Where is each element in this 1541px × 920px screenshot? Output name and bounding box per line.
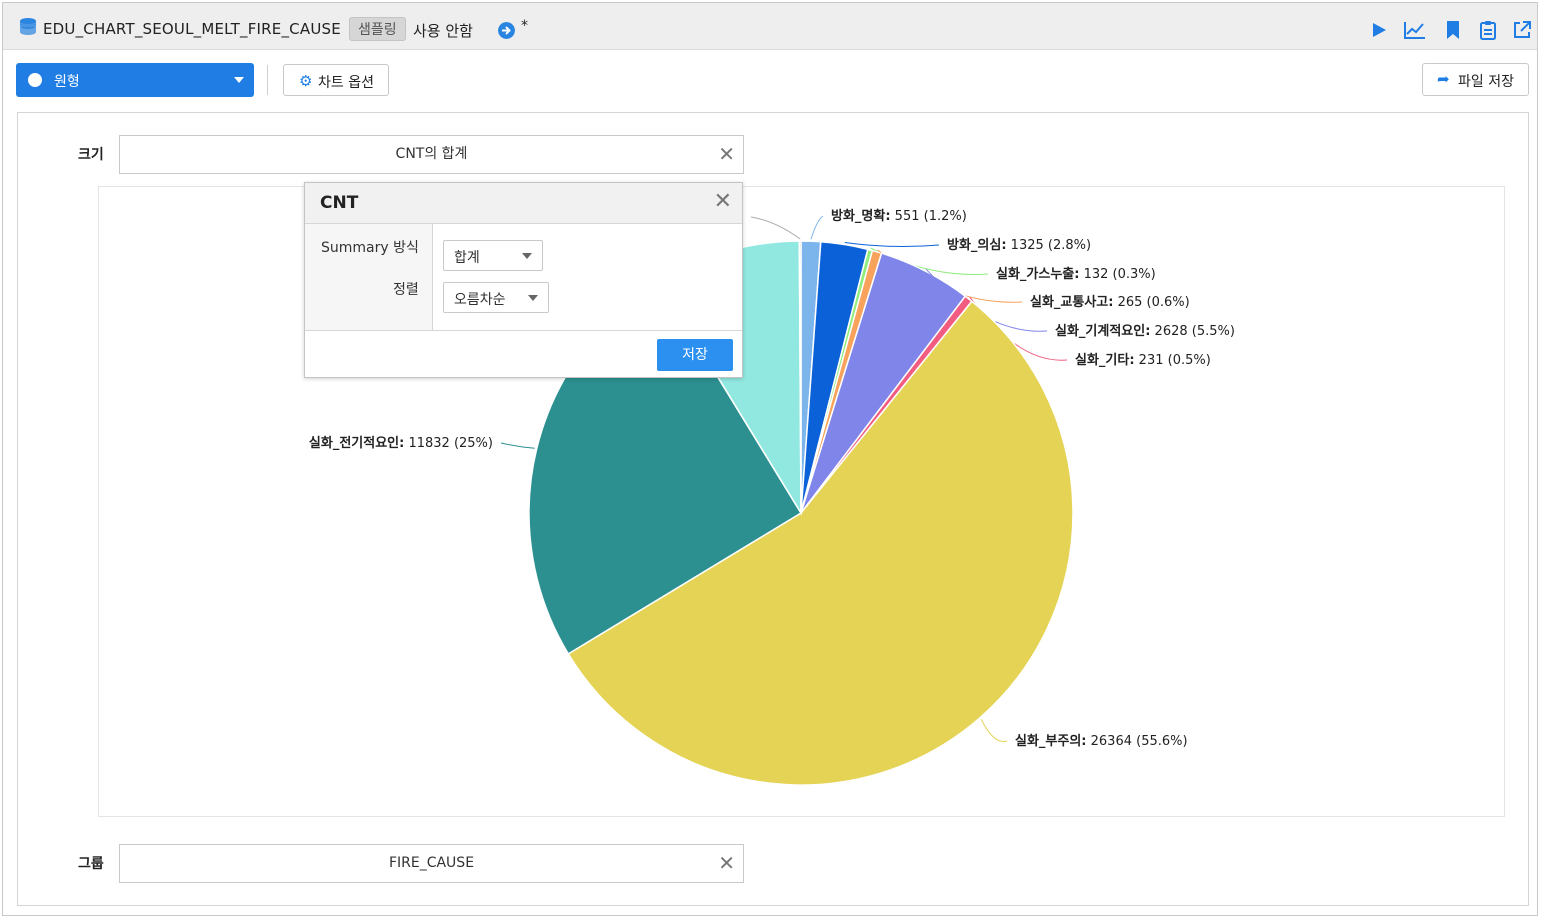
usage-guide-label: 사용 안함 [413, 22, 473, 40]
data-label: 실화_가스누출: 132 (0.3%) [996, 266, 1156, 282]
bookmark-icon[interactable] [1443, 20, 1463, 40]
group-field-label: 그룹 [78, 856, 104, 872]
share-arrow-icon: ➦ [1437, 70, 1450, 88]
chart-type-label: 원형 [54, 74, 80, 90]
gear-icon: ⚙ [299, 72, 313, 90]
slice-connector [750, 216, 801, 240]
close-icon[interactable]: ✕ [718, 845, 735, 882]
toolbar-divider [267, 65, 268, 95]
save-file-label: 파일 저장 [1458, 74, 1514, 90]
close-icon[interactable]: ✕ [714, 189, 732, 214]
database-icon [20, 18, 36, 35]
data-label: 실화_부주의: 26364 (55.6%) [1015, 733, 1188, 749]
size-field-value: CNT의 합계 [395, 146, 468, 162]
popup-header: CNT ✕ [305, 183, 742, 224]
title-bar: EDU_CHART_SEOUL_MELT_FIRE_CAUSE 샘플링 사용 안… [3, 3, 1537, 50]
chart-options-label: 차트 옵션 [318, 75, 374, 91]
data-label: 실화_전기적요인: 11832 (25%) [309, 435, 493, 451]
group-field[interactable]: FIRE_CAUSE ✕ [119, 844, 744, 883]
slice-connector [980, 719, 1008, 743]
popup-title: CNT [320, 193, 359, 213]
chart-options-button[interactable]: ⚙ 차트 옵션 [283, 64, 389, 96]
data-label: 방화_의심: 1325 (2.8%) [947, 237, 1091, 253]
export-icon[interactable] [1512, 20, 1532, 40]
sort-label: 정렬 [393, 282, 419, 298]
save-file-button[interactable]: ➦ 파일 저장 [1422, 63, 1529, 96]
modified-mark: * [521, 18, 528, 34]
arrow-right-circle-icon[interactable] [498, 22, 515, 39]
data-label: 방화_명확: 551 (1.2%) [831, 208, 967, 224]
slice-connector [844, 242, 940, 248]
play-icon[interactable] [1369, 20, 1389, 40]
summary-method-select[interactable]: 합계 [443, 240, 543, 271]
chevron-down-icon [234, 77, 244, 83]
group-field-value: FIRE_CAUSE [388, 855, 475, 871]
chevron-down-icon [528, 295, 538, 301]
clipboard-icon[interactable] [1478, 20, 1498, 40]
data-label: 실화_기계적요인: 2628 (5.5%) [1055, 323, 1235, 339]
slice-connector [810, 215, 824, 240]
size-field-label: 크기 [78, 147, 104, 163]
table-name: EDU_CHART_SEOUL_MELT_FIRE_CAUSE [43, 20, 341, 38]
summary-method-value: 합계 [454, 250, 480, 266]
chart-type-dropdown[interactable]: 원형 [16, 63, 254, 97]
sampling-badge[interactable]: 샘플링 [349, 17, 406, 41]
sort-select[interactable]: 오름차순 [443, 282, 549, 313]
data-label: 실화_교통사고: 265 (0.6%) [1030, 294, 1190, 310]
summary-popup: CNT ✕ Summary 방식 정렬 합계 오름차순 저장 [304, 182, 743, 378]
close-icon[interactable]: ✕ [718, 136, 735, 173]
popup-save-button[interactable]: 저장 [657, 339, 733, 371]
data-label: 실화_기타: 231 (0.5%) [1075, 352, 1211, 368]
size-field[interactable]: CNT의 합계 ✕ [119, 135, 744, 174]
pie-chart-icon [28, 73, 42, 87]
slice-connector [500, 442, 535, 449]
line-chart-icon[interactable] [1403, 20, 1427, 40]
summary-method-label: Summary 방식 [321, 240, 419, 256]
sort-value: 오름차순 [454, 292, 506, 308]
chevron-down-icon [522, 253, 532, 259]
